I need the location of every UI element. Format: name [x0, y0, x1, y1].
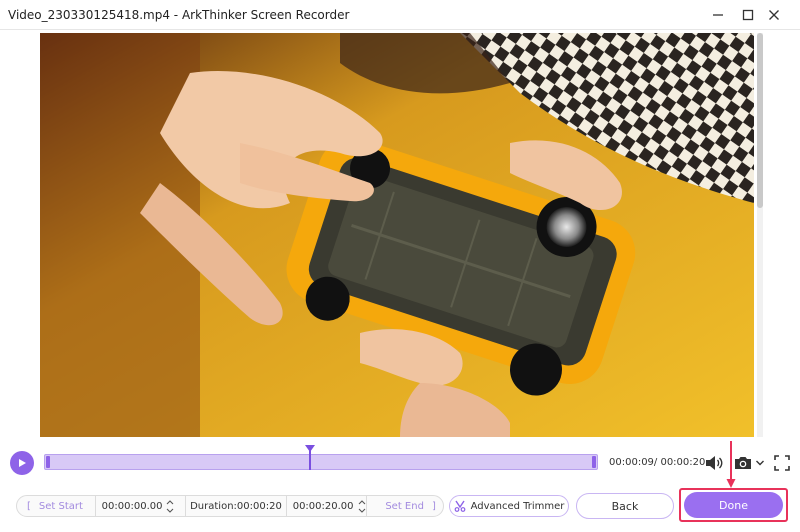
- back-label: Back: [611, 499, 639, 513]
- start-time-stepper[interactable]: [166, 499, 174, 513]
- trim-settings-group: [ Set Start 00:00:00.00 Duration:00:00:2…: [16, 495, 444, 517]
- video-frame[interactable]: [40, 33, 754, 437]
- right-bracket: ]: [431, 500, 436, 512]
- video-still: [40, 33, 754, 437]
- end-time-field[interactable]: 00:00:20.00: [287, 496, 367, 516]
- fullscreen-button[interactable]: [772, 453, 792, 473]
- chevron-down-icon: [756, 460, 764, 466]
- play-button[interactable]: [10, 451, 34, 475]
- title-bar: Video_230330125418.mp4 - ArkThinker Scre…: [0, 0, 800, 30]
- chevron-down-icon: [358, 508, 365, 513]
- chevron-up-icon: [167, 499, 174, 504]
- trim-controls-bar: [ Set Start 00:00:00.00 Duration:00:00:2…: [0, 488, 800, 532]
- time-readout: 00:00:09/ 00:00:20: [609, 457, 706, 468]
- fullscreen-icon: [774, 455, 790, 471]
- timeline-track[interactable]: [44, 454, 598, 470]
- timeline-row: 00:00:09/ 00:00:20: [0, 440, 800, 488]
- maximize-icon: [742, 9, 754, 21]
- minimize-icon: [713, 14, 723, 16]
- snapshot-button[interactable]: [733, 454, 765, 472]
- set-end-label: Set End: [385, 500, 424, 512]
- speaker-icon: [706, 456, 723, 470]
- preview-scrollbar-thumb[interactable]: [757, 33, 763, 208]
- annotation-arrow: [726, 441, 736, 488]
- chevron-up-icon: [358, 499, 365, 504]
- start-time-field[interactable]: 00:00:00.00: [96, 496, 186, 516]
- trim-end-handle[interactable]: [592, 456, 596, 468]
- end-time-stepper[interactable]: [358, 499, 366, 513]
- window-title: Video_230330125418.mp4 - ArkThinker Scre…: [8, 8, 350, 22]
- end-time-value: 00:00:20.00: [292, 500, 354, 512]
- done-label: Done: [719, 498, 748, 512]
- advanced-trimmer-button[interactable]: Advanced Trimmer: [449, 495, 569, 517]
- close-icon: [769, 10, 779, 20]
- preview-scrollbar[interactable]: [757, 33, 763, 437]
- start-time-value: 00:00:00.00: [101, 500, 163, 512]
- playhead-line: [308, 450, 311, 470]
- video-preview-area: [0, 31, 800, 438]
- left-bracket: [: [27, 500, 31, 512]
- advanced-trimmer-label: Advanced Trimmer: [470, 500, 565, 512]
- duration-display: Duration:00:00:20: [186, 496, 285, 516]
- camera-icon: [735, 457, 751, 469]
- back-button[interactable]: Back: [576, 493, 674, 519]
- play-icon: [19, 459, 26, 467]
- trim-start-handle[interactable]: [46, 456, 50, 468]
- volume-button[interactable]: [703, 453, 725, 473]
- trimmer-icon: [454, 500, 465, 512]
- close-button[interactable]: [762, 4, 786, 26]
- done-button[interactable]: Done: [684, 492, 783, 518]
- maximize-button[interactable]: [736, 4, 760, 26]
- set-start-label: Set Start: [38, 500, 83, 512]
- set-end-button[interactable]: Set End ]: [367, 496, 443, 516]
- minimize-button[interactable]: [706, 4, 730, 26]
- chevron-down-icon: [167, 508, 174, 513]
- duration-value: Duration:00:00:20: [190, 500, 282, 512]
- set-start-button[interactable]: [ Set Start: [17, 496, 95, 516]
